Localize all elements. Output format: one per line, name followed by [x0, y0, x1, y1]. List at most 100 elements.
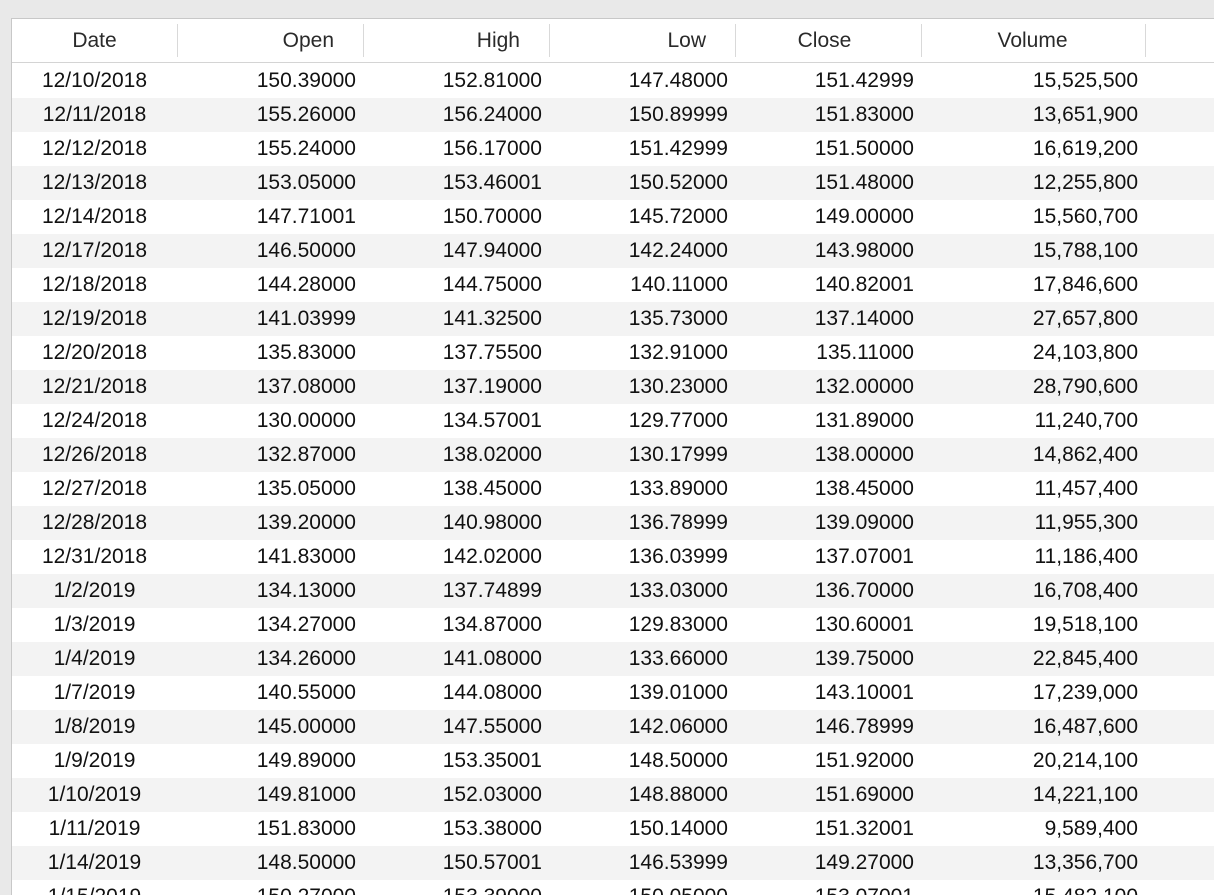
cell-volume: 16,619,200 [1032, 137, 1138, 160]
cell-low: 136.78999 [628, 511, 728, 534]
cell-open: 139.20000 [256, 511, 356, 534]
cell-date: 1/15/2019 [12, 880, 177, 895]
table-row[interactable]: 12/18/2018 144.28000 144.75000 140.11000 140… [12, 268, 1214, 302]
table-row[interactable]: 12/17/2018 146.50000 147.94000 142.24000 143… [12, 234, 1214, 268]
table-row[interactable]: 1/2/2019 134.13000 137.74899 133.03000 136.7… [12, 574, 1214, 608]
cell-volume: 16,708,400 [1032, 579, 1138, 602]
cell-low: 150.89999 [628, 103, 728, 126]
cell-low: 129.83000 [628, 613, 728, 636]
cell-volume: 13,651,900 [1032, 103, 1138, 126]
cell-date: 1/3/2019 [53, 613, 136, 636]
table-row[interactable]: 1/10/2019 149.81000 152.03000 148.88000 151.… [12, 778, 1214, 812]
cell-open: 135.05000 [256, 477, 356, 500]
cell-low: 140.11000 [630, 273, 728, 296]
table-row[interactable]: 12/12/2018 155.24000 156.17000 151.42999 151… [12, 132, 1214, 166]
cell-low: 139.01000 [628, 681, 728, 704]
cell-open: 135.83000 [256, 341, 356, 364]
cell-high: 138.02000 [442, 443, 542, 466]
cell-high: 150.70000 [442, 205, 542, 228]
table-row[interactable]: 12/19/2018 141.03999 141.32500 135.73000 137… [12, 302, 1214, 336]
column-header-volume[interactable]: Volume [922, 19, 1143, 62]
table-row[interactable]: 1/3/2019 134.27000 134.87000 129.83000 130.6… [12, 608, 1214, 642]
cell-volume: 11,240,700 [1034, 409, 1138, 432]
cell-open: 141.83000 [256, 545, 356, 568]
cell-date: 12/10/2018 [41, 69, 148, 92]
cell-close: 139.09000 [814, 511, 914, 534]
cell-high: 156.24000 [442, 103, 542, 126]
cell-low: 142.24000 [628, 239, 728, 262]
table-row[interactable]: 12/31/2018 141.83000 142.02000 136.03999 137… [12, 540, 1214, 574]
cell-volume: 11,457,400 [1034, 477, 1138, 500]
cell-high: 141.32500 [442, 307, 542, 330]
table-row[interactable]: 12/27/2018 135.05000 138.45000 133.89000 138… [12, 472, 1214, 506]
cell-close: 151.32001 [814, 817, 914, 840]
cell-low: 130.17999 [628, 443, 728, 466]
cell-volume: 15,525,500 [1032, 69, 1138, 92]
cell-open: 134.13000 [256, 579, 356, 602]
cell-close: 143.98000 [814, 239, 914, 262]
cell-low: 129.77000 [628, 409, 728, 432]
column-header-open[interactable]: Open [178, 19, 334, 62]
column-header-close[interactable]: Close [736, 19, 913, 62]
cell-date: 12/27/2018 [41, 477, 148, 500]
table-row[interactable]: 1/14/2019 148.50000 150.57001 146.53999 149.… [12, 846, 1214, 880]
cell-volume: 15,482,100 [922, 880, 1138, 895]
cell-low: 133.66000 [628, 647, 728, 670]
table-row[interactable]: 1/9/2019 149.89000 153.35001 148.50000 151.9… [12, 744, 1214, 778]
cell-close: 136.70000 [814, 579, 914, 602]
table-row[interactable]: 12/26/2018 132.87000 138.02000 130.17999 138… [12, 438, 1214, 472]
cell-date: 12/20/2018 [41, 341, 148, 364]
cell-low: 146.53999 [628, 851, 728, 874]
table-row[interactable]: 1/15/2019150.27000 153.39000 150.05000 153.… [12, 880, 1214, 895]
table-row[interactable]: 12/14/2018 147.71001 150.70000 145.72000 149… [12, 200, 1214, 234]
cell-high: 137.19000 [442, 375, 542, 398]
cell-open: 155.26000 [256, 103, 356, 126]
cell-close: 149.00000 [814, 205, 914, 228]
cell-close: 135.11000 [816, 341, 914, 364]
cell-open: 141.03999 [256, 307, 356, 330]
table-row[interactable]: 1/4/2019 134.26000 141.08000 133.66000 139.7… [12, 642, 1214, 676]
table-row[interactable]: 1/8/2019 145.00000 147.55000 142.06000 146.7… [12, 710, 1214, 744]
cell-volume: 17,239,000 [1032, 681, 1138, 704]
column-header-date[interactable]: Date [12, 19, 177, 62]
cell-close: 151.83000 [814, 103, 914, 126]
cell-low: 133.89000 [628, 477, 728, 500]
cell-open: 146.50000 [256, 239, 356, 262]
cell-date: 12/12/2018 [41, 137, 148, 160]
table-row[interactable]: 12/24/2018 130.00000 134.57001 129.77000 131… [12, 404, 1214, 438]
cell-close: 151.92000 [814, 749, 914, 772]
column-header-low[interactable]: Low [550, 19, 706, 62]
cell-low: 150.14000 [628, 817, 728, 840]
cell-open: 153.05000 [256, 171, 356, 194]
cell-high: 142.02000 [442, 545, 542, 568]
table-row[interactable]: 12/20/2018 135.83000 137.75500 132.91000 135… [12, 336, 1214, 370]
cell-high: 156.17000 [442, 137, 542, 160]
column-header-high[interactable]: High [364, 19, 520, 62]
cell-high: 153.38000 [442, 817, 542, 840]
cell-high: 134.87000 [442, 613, 542, 636]
cell-open: 145.00000 [256, 715, 356, 738]
cell-open: 149.81000 [256, 783, 356, 806]
cell-volume: 16,487,600 [1032, 715, 1138, 738]
cell-open: 130.00000 [256, 409, 356, 432]
cell-high: 138.45000 [442, 477, 542, 500]
cell-date: 1/14/2019 [47, 851, 142, 874]
cell-close: 138.00000 [814, 443, 914, 466]
table-row[interactable]: 1/11/2019 151.83000 153.38000 150.14000 151.… [12, 812, 1214, 846]
cell-volume: 15,560,700 [1032, 205, 1138, 228]
cell-volume: 27,657,800 [1032, 307, 1138, 330]
table-row[interactable]: 12/10/2018 150.39000 152.81000 147.48000 151… [12, 64, 1214, 98]
table-row[interactable]: 1/7/2019 140.55000 144.08000 139.01000 143.1… [12, 676, 1214, 710]
cell-date: 12/13/2018 [41, 171, 148, 194]
cell-date: 12/31/2018 [41, 545, 148, 568]
table-row[interactable]: 12/28/2018 139.20000 140.98000 136.78999 139… [12, 506, 1214, 540]
cell-close: 151.69000 [814, 783, 914, 806]
cell-volume: 15,788,100 [1032, 239, 1138, 262]
table-row[interactable]: 12/11/2018 155.26000 156.24000 150.89999 151… [12, 98, 1214, 132]
cell-volume: 13,356,700 [1032, 851, 1138, 874]
table-row[interactable]: 12/13/2018 153.05000 153.46001 150.52000 151… [12, 166, 1214, 200]
cell-date: 1/10/2019 [47, 783, 142, 806]
column-divider[interactable] [1145, 24, 1146, 57]
table-row[interactable]: 12/21/2018 137.08000 137.19000 130.23000 132… [12, 370, 1214, 404]
cell-low: 150.05000 [550, 880, 728, 895]
